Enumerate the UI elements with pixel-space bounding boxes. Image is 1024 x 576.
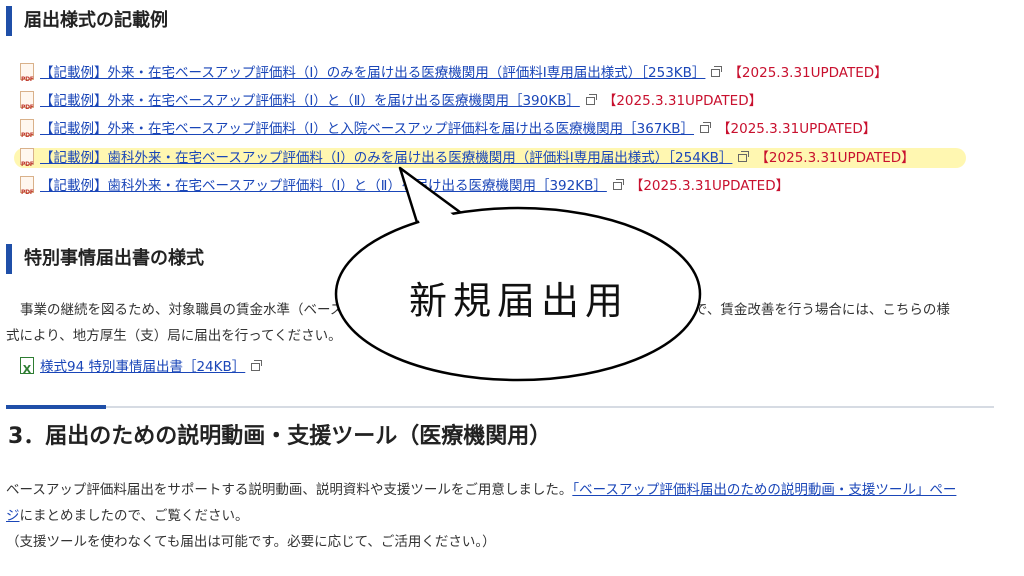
section-heading-examples-text: 届出様式の記載例 — [24, 10, 168, 31]
doc-row-3: PDF 【記載例】外来・在宅ベースアップ評価料（Ⅰ）と入院ベースアップ評価料を届け… — [20, 118, 876, 140]
special-paragraph-line2: 式により、地方厚生（支）局に届出を行ってください。 — [6, 328, 342, 344]
new-window-icon — [700, 122, 712, 133]
pdf-icon: PDF — [20, 63, 34, 83]
doc-link-4[interactable]: 【記載例】歯科外来・在宅ベースアップ評価料（Ⅰ）のみを届け出る医療機関用（評価料… — [40, 150, 732, 166]
videos-paragraph-intro: ベースアップ評価料届出をサポートする説明動画、説明資料や支援ツールをご用意しまし… — [6, 482, 573, 498]
new-window-icon — [612, 179, 624, 190]
section-heading-special-text: 特別事情届出書の様式 — [24, 248, 204, 269]
updated-badge: 【2025.3.31UPDATED】 — [717, 121, 877, 137]
pdf-icon: PDF — [20, 91, 34, 111]
excel-file-row: X 様式94 特別事情届出書［24KB］ — [20, 356, 268, 378]
callout-text: 新規届出用 — [408, 279, 629, 323]
updated-badge: 【2025.3.31UPDATED】 — [602, 93, 763, 109]
section-heading-videos: 3．届出のための説明動画・支援ツール（医療機関用） — [8, 424, 552, 449]
doc-row-4: PDF 【記載例】歯科外来・在宅ベースアップ評価料（Ⅰ）のみを届け出る医療機関用（… — [20, 147, 915, 169]
videos-page-link[interactable]: 「ベースアップ評価料届出のための説明動画・支援ツール」ペー — [572, 482, 956, 498]
new-window-icon — [738, 151, 750, 162]
new-window-icon — [585, 94, 597, 105]
updated-badge: 【2025.3.31UPDATED】 — [728, 65, 888, 81]
new-window-icon — [251, 360, 263, 371]
updated-badge: 【2025.3.31UPDATED】 — [755, 150, 915, 166]
pdf-icon: PDF — [20, 119, 34, 139]
doc-row-5: PDF 【記載例】歯科外来・在宅ベースアップ評価料（Ⅰ）と（Ⅱ）を届け出る医療機関… — [20, 175, 789, 197]
doc-link-2[interactable]: 【記載例】外来・在宅ベースアップ評価料（Ⅰ）と（Ⅱ）を届け出る医療機関用［390… — [40, 93, 580, 109]
section-divider — [6, 406, 994, 408]
doc-row-2: PDF 【記載例】外来・在宅ベースアップ評価料（Ⅰ）と（Ⅱ）を届け出る医療機関用［… — [20, 90, 762, 112]
section-heading-examples: 届出様式の記載例 — [6, 6, 168, 36]
videos-note: （支援ツールを使わなくても届出は可能です。必要に応じて、ご活用ください。） — [6, 534, 496, 550]
updated-badge: 【2025.3.31UPDATED】 — [629, 178, 790, 194]
doc-link-5[interactable]: 【記載例】歯科外来・在宅ベースアップ評価料（Ⅰ）と（Ⅱ）を届け出る医療機関用［3… — [40, 178, 607, 194]
videos-paragraph-outro: にまとめましたので、ご覧ください。 — [19, 508, 249, 524]
section-heading-special: 特別事情届出書の様式 — [6, 244, 204, 274]
doc-row-1: PDF 【記載例】外来・在宅ベースアップ評価料（Ⅰ）のみを届け出る医療機関用（評価… — [20, 62, 888, 84]
excel-file-link[interactable]: 様式94 特別事情届出書［24KB］ — [40, 359, 245, 375]
excel-icon: X — [20, 357, 34, 376]
pdf-icon: PDF — [20, 176, 34, 196]
doc-link-3[interactable]: 【記載例】外来・在宅ベースアップ評価料（Ⅰ）と入院ベースアップ評価料を届け出る医… — [40, 121, 694, 137]
pdf-icon: PDF — [20, 148, 34, 168]
doc-link-1[interactable]: 【記載例】外来・在宅ベースアップ評価料（Ⅰ）のみを届け出る医療機関用（評価料Ⅰ専… — [40, 65, 705, 81]
videos-page-link-cont[interactable]: ジ — [6, 508, 20, 524]
new-window-icon — [711, 66, 723, 77]
section-divider-accent — [6, 405, 106, 409]
videos-paragraph: ベースアップ評価料届出をサポートする説明動画、説明資料や支援ツールをご用意しまし… — [6, 477, 996, 555]
